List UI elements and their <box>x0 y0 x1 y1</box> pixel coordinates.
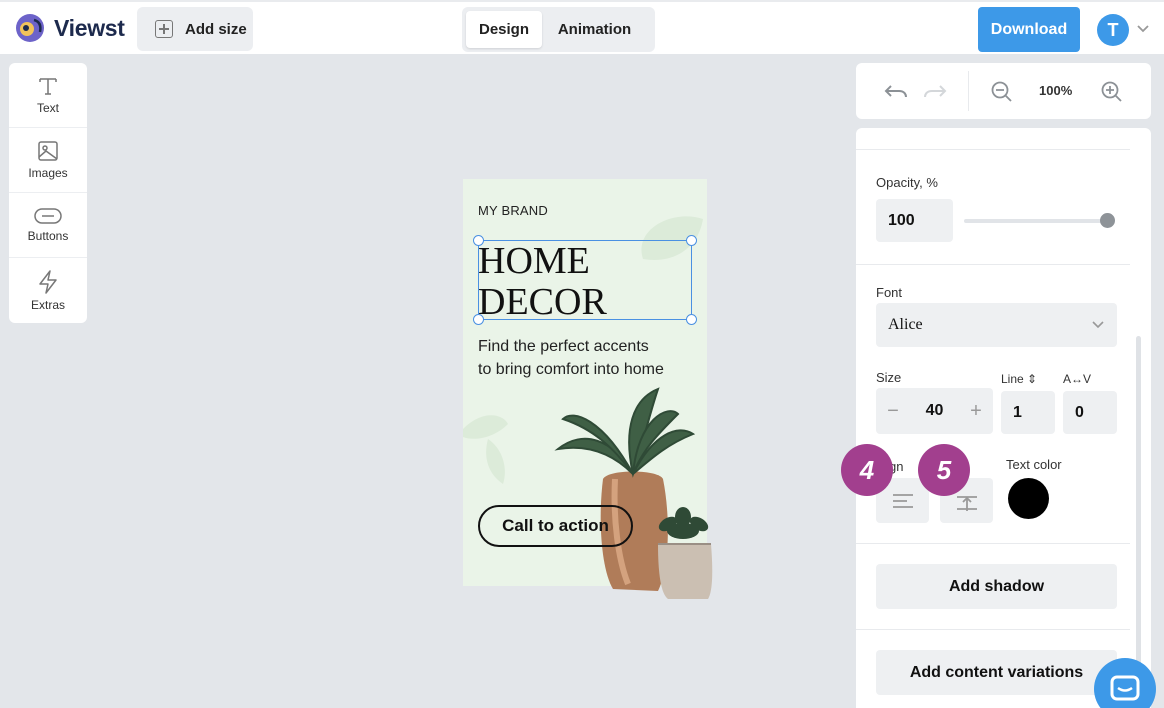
divider <box>856 543 1130 544</box>
add-size-label: Add size <box>185 20 247 38</box>
add-content-variations-button[interactable]: Add content variations <box>876 650 1117 695</box>
font-select-value: Alice <box>888 316 923 333</box>
image-icon <box>38 141 58 161</box>
text-color-label: Text color <box>1006 457 1062 472</box>
brand-text[interactable]: MY BRAND <box>478 203 548 218</box>
increase-size-button[interactable]: + <box>968 400 984 423</box>
subtext-line-1: Find the perfect accents <box>478 338 649 355</box>
letter-spacing-input[interactable]: 0 <box>1063 391 1117 434</box>
chat-bubble-icon <box>1110 675 1140 701</box>
font-select[interactable]: Alice <box>876 303 1117 347</box>
tool-palette: Text Images Buttons Extras <box>9 63 87 323</box>
opacity-input[interactable]: 100 <box>876 199 953 242</box>
opacity-slider[interactable] <box>964 219 1109 223</box>
subtext-line-2: to bring comfort into home <box>478 361 664 378</box>
font-size-stepper: − 40 + <box>876 388 993 434</box>
selection-box[interactable] <box>473 235 697 325</box>
resize-handle-bottom-left[interactable] <box>473 314 484 325</box>
logo-text: Viewst <box>54 14 125 41</box>
tab-design[interactable]: Design <box>466 11 542 48</box>
tool-buttons-label: Buttons <box>27 229 69 243</box>
chevron-down-icon[interactable] <box>1136 24 1150 34</box>
tool-images[interactable]: Images <box>9 128 87 193</box>
resize-handle-top-right[interactable] <box>686 235 697 246</box>
subtext[interactable]: Find the perfect accents to bring comfor… <box>478 335 698 381</box>
add-size-button[interactable]: Add size <box>137 7 253 51</box>
tool-extras[interactable]: Extras <box>9 258 87 323</box>
resize-handle-bottom-right[interactable] <box>686 314 697 325</box>
divider <box>856 629 1130 630</box>
properties-panel: Opacity, % 100 Font Alice Size − 40 + Li… <box>856 128 1151 708</box>
add-shadow-button[interactable]: Add shadow <box>876 564 1117 609</box>
font-size-value[interactable]: 40 <box>926 402 944 420</box>
top-bar: Viewst Add size Design Animation Downloa… <box>0 0 1164 54</box>
decrease-size-button[interactable]: − <box>885 400 901 423</box>
text-color-swatch[interactable] <box>1008 478 1049 519</box>
tool-images-label: Images <box>28 166 68 180</box>
undo-icon[interactable] <box>883 82 909 100</box>
line-height-label: Line ⇕ <box>1001 372 1038 386</box>
artboard[interactable]: MY BRAND HOME DECOR Find the perfect acc… <box>463 179 713 599</box>
letter-spacing-label: A↔V <box>1063 372 1092 386</box>
zoom-level: 100% <box>1039 83 1073 98</box>
button-icon <box>34 208 62 224</box>
logo[interactable]: Viewst <box>14 12 125 44</box>
divider <box>856 264 1130 265</box>
zoom-toolbar: 100% <box>856 63 1151 119</box>
add-box-icon <box>155 20 173 38</box>
zoom-out-icon[interactable] <box>991 81 1013 103</box>
lightning-icon <box>39 269 57 294</box>
toolbar-divider <box>968 71 969 111</box>
tool-buttons[interactable]: Buttons <box>9 193 87 258</box>
mode-switch: Design Animation <box>462 7 655 52</box>
chevron-down-icon <box>1092 321 1104 329</box>
step-badge-5: 5 <box>918 444 970 496</box>
font-label: Font <box>876 285 903 300</box>
opacity-slider-handle[interactable] <box>1100 213 1115 228</box>
resize-handle-top-left[interactable] <box>473 235 484 246</box>
panel-scrollbar[interactable] <box>1136 336 1141 708</box>
tool-text[interactable]: Text <box>9 63 87 128</box>
tool-text-label: Text <box>36 101 59 115</box>
download-button[interactable]: Download <box>978 7 1080 52</box>
avatar[interactable]: T <box>1097 14 1129 46</box>
opacity-label: Opacity, % <box>876 175 938 190</box>
divider <box>856 149 1130 150</box>
step-badge-4: 4 <box>841 444 893 496</box>
vertical-align-top-icon <box>956 495 977 511</box>
line-height-input[interactable]: 1 <box>1001 391 1055 434</box>
cta-button[interactable]: Call to action <box>478 505 633 547</box>
size-label: Size <box>876 370 902 385</box>
zoom-in-icon[interactable] <box>1101 81 1123 103</box>
tab-animation[interactable]: Animation <box>542 11 647 48</box>
redo-icon[interactable] <box>922 82 948 100</box>
text-icon <box>39 78 57 95</box>
align-left-icon <box>892 493 913 508</box>
chameleon-logo-icon <box>16 14 44 42</box>
tool-extras-label: Extras <box>30 297 65 312</box>
